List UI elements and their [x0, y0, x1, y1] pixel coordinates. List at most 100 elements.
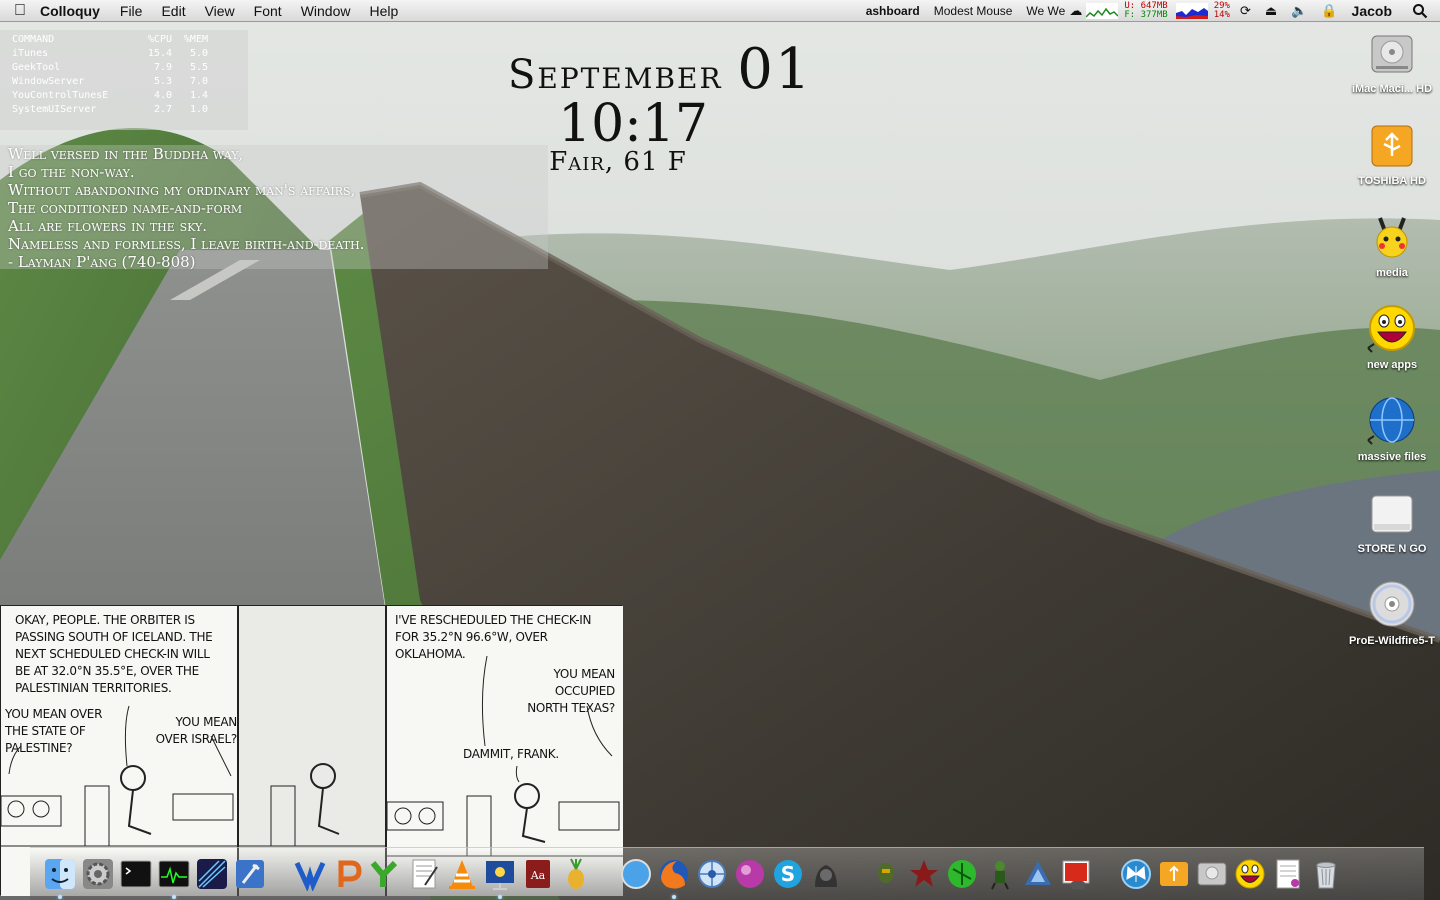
menu-help[interactable]: Help	[369, 3, 398, 19]
menu-view[interactable]: View	[205, 3, 235, 19]
spotlight-search-icon[interactable]	[1412, 3, 1428, 19]
usb-drive-icon	[1371, 125, 1413, 167]
game-character-icon[interactable]	[982, 856, 1018, 892]
triangle-game-icon[interactable]	[1020, 856, 1056, 892]
desktop-icon-proe[interactable]: ProE-Wildfire5-T	[1344, 580, 1440, 672]
camino-icon[interactable]	[694, 856, 730, 892]
menu-file[interactable]: File	[120, 3, 143, 19]
desktop-icon-store-n-go[interactable]: STORE N GO	[1344, 488, 1440, 580]
process-mem: 5.5	[189, 62, 208, 73]
powerpoint-icon[interactable]	[330, 856, 366, 892]
vlc-icon[interactable]	[444, 856, 480, 892]
smiley-alias-icon	[1367, 305, 1415, 353]
apple-menu-icon[interactable]: 	[0, 2, 40, 20]
weather-text: Fair, 61 F	[549, 147, 687, 177]
menu-bar:  Colloquy File Edit View Font Window He…	[0, 0, 1440, 22]
process-header-row: COMMAND %CPU %MEM	[12, 33, 208, 47]
running-indicator	[58, 895, 62, 899]
user-menu[interactable]: Jacob	[1352, 3, 1392, 19]
svg-text:S: S	[781, 862, 795, 886]
process-row: SystemUIServer 2.7 1.0	[12, 103, 208, 117]
process-row: WindowServer 5.3 7.0	[12, 75, 208, 89]
desktop-icon-imac-hd[interactable]: iMac Maci... HD	[1344, 28, 1440, 120]
safari-icon[interactable]	[618, 856, 654, 892]
running-indicator	[172, 895, 176, 899]
network-graph-icon[interactable]	[1086, 3, 1119, 19]
process-header-command: COMMAND	[12, 34, 55, 45]
process-row: iTunes 15.4 5.0	[12, 47, 208, 61]
memory-free: F: 377MB	[1124, 10, 1168, 20]
finder-icon[interactable]	[42, 856, 78, 899]
game-controller-icon[interactable]	[1058, 856, 1094, 892]
desktop-icon-new-apps[interactable]: new apps	[1344, 304, 1440, 396]
process-mem: 5.0	[189, 48, 208, 59]
process-cpu: 7.9	[153, 62, 172, 73]
textedit-icon[interactable]	[406, 856, 442, 892]
itunes-ball-icon[interactable]	[732, 856, 768, 892]
process-name: SystemUIServer	[12, 104, 97, 115]
clock-time: 10:17	[558, 94, 708, 154]
cpu-graph-icon[interactable]	[1175, 3, 1208, 19]
butterfly-icon[interactable]	[1118, 856, 1154, 892]
xcode-icon[interactable]	[232, 856, 268, 892]
dictionary-icon[interactable]: Aa	[520, 856, 556, 892]
process-cpu: 4.0	[153, 90, 172, 101]
app-menu[interactable]: Colloquy	[40, 3, 100, 19]
process-name: WindowServer	[12, 76, 85, 87]
clock-month: September	[508, 52, 723, 98]
process-mem: 7.0	[189, 76, 208, 87]
yahoo-messenger-icon[interactable]	[368, 856, 404, 892]
time-machine-icon[interactable]: ⟳	[1240, 3, 1251, 19]
running-indicator	[672, 895, 676, 899]
volume-icon[interactable]: 🔈	[1291, 3, 1307, 19]
desktop-icon-label: TOSHIBA HD	[1358, 175, 1426, 187]
desktop-icon-label: STORE N GO	[1357, 543, 1427, 555]
menu-edit[interactable]: Edit	[161, 3, 185, 19]
process-mem: 1.4	[189, 90, 208, 101]
firefox-icon[interactable]	[656, 856, 692, 899]
desktop-icon-media[interactable]: media	[1344, 212, 1440, 304]
now-playing-artist[interactable]: Modest Mouse	[934, 4, 1013, 18]
process-row: GeekTool 7.9 5.5	[12, 61, 208, 75]
cocktail-icon[interactable]	[558, 856, 594, 892]
process-header-mem: %MEM	[183, 34, 208, 45]
desktop-icon-label: new apps	[1366, 359, 1418, 371]
dock: Aa S	[30, 847, 1424, 900]
keynote-icon[interactable]	[482, 856, 518, 899]
usb-folder-icon[interactable]	[1156, 856, 1192, 892]
front-row-icon[interactable]	[194, 856, 230, 892]
word-icon[interactable]	[292, 856, 328, 892]
trash-icon[interactable]	[1308, 856, 1344, 892]
quote-line: Nameless and formless, I leave birth-and…	[8, 235, 365, 253]
weather-cloud-icon[interactable]: ☁	[1069, 3, 1082, 19]
halo-icon[interactable]	[868, 856, 904, 892]
activity-monitor-icon[interactable]	[156, 856, 192, 899]
process-name: iTunes	[12, 48, 49, 59]
running-indicator	[498, 895, 502, 899]
now-playing-track[interactable]: We We	[1026, 4, 1065, 18]
smiley-dock-icon[interactable]	[1232, 856, 1268, 892]
wolfenstein-icon[interactable]	[906, 856, 942, 892]
terminal-icon[interactable]	[118, 856, 154, 892]
process-list-widget: COMMAND %CPU %MEM iTunes 15.4 5.0 GeekTo…	[0, 30, 248, 130]
lock-icon[interactable]: 🔒	[1321, 3, 1337, 19]
hard-drive-dock-icon[interactable]	[1194, 856, 1230, 892]
skype-icon[interactable]: S	[770, 856, 806, 892]
memory-monitor[interactable]: U: 647MB F: 377MB	[1124, 2, 1167, 20]
menu-font[interactable]: Font	[254, 3, 282, 19]
dashboard-menu[interactable]: ashboard	[866, 4, 920, 18]
document-icon[interactable]	[1270, 856, 1306, 892]
desktop-icon-toshiba-hd[interactable]: TOSHIBA HD	[1344, 120, 1440, 212]
desktop-icon-label: media	[1376, 267, 1408, 279]
globe-alias-icon	[1367, 397, 1415, 445]
system-preferences-icon[interactable]	[80, 856, 116, 892]
hard-drive-icon	[1371, 35, 1413, 73]
process-header-cpu: %CPU	[147, 34, 172, 45]
desktop-icon-massive-files[interactable]: massive files	[1344, 396, 1440, 488]
green-orb-icon[interactable]	[944, 856, 980, 892]
eject-icon[interactable]: ⏏	[1265, 3, 1277, 19]
adium-icon[interactable]	[808, 856, 844, 892]
process-mem: 1.0	[189, 104, 208, 115]
menu-window[interactable]: Window	[301, 3, 351, 19]
cpu-monitor[interactable]: 29% 14%	[1214, 2, 1230, 20]
